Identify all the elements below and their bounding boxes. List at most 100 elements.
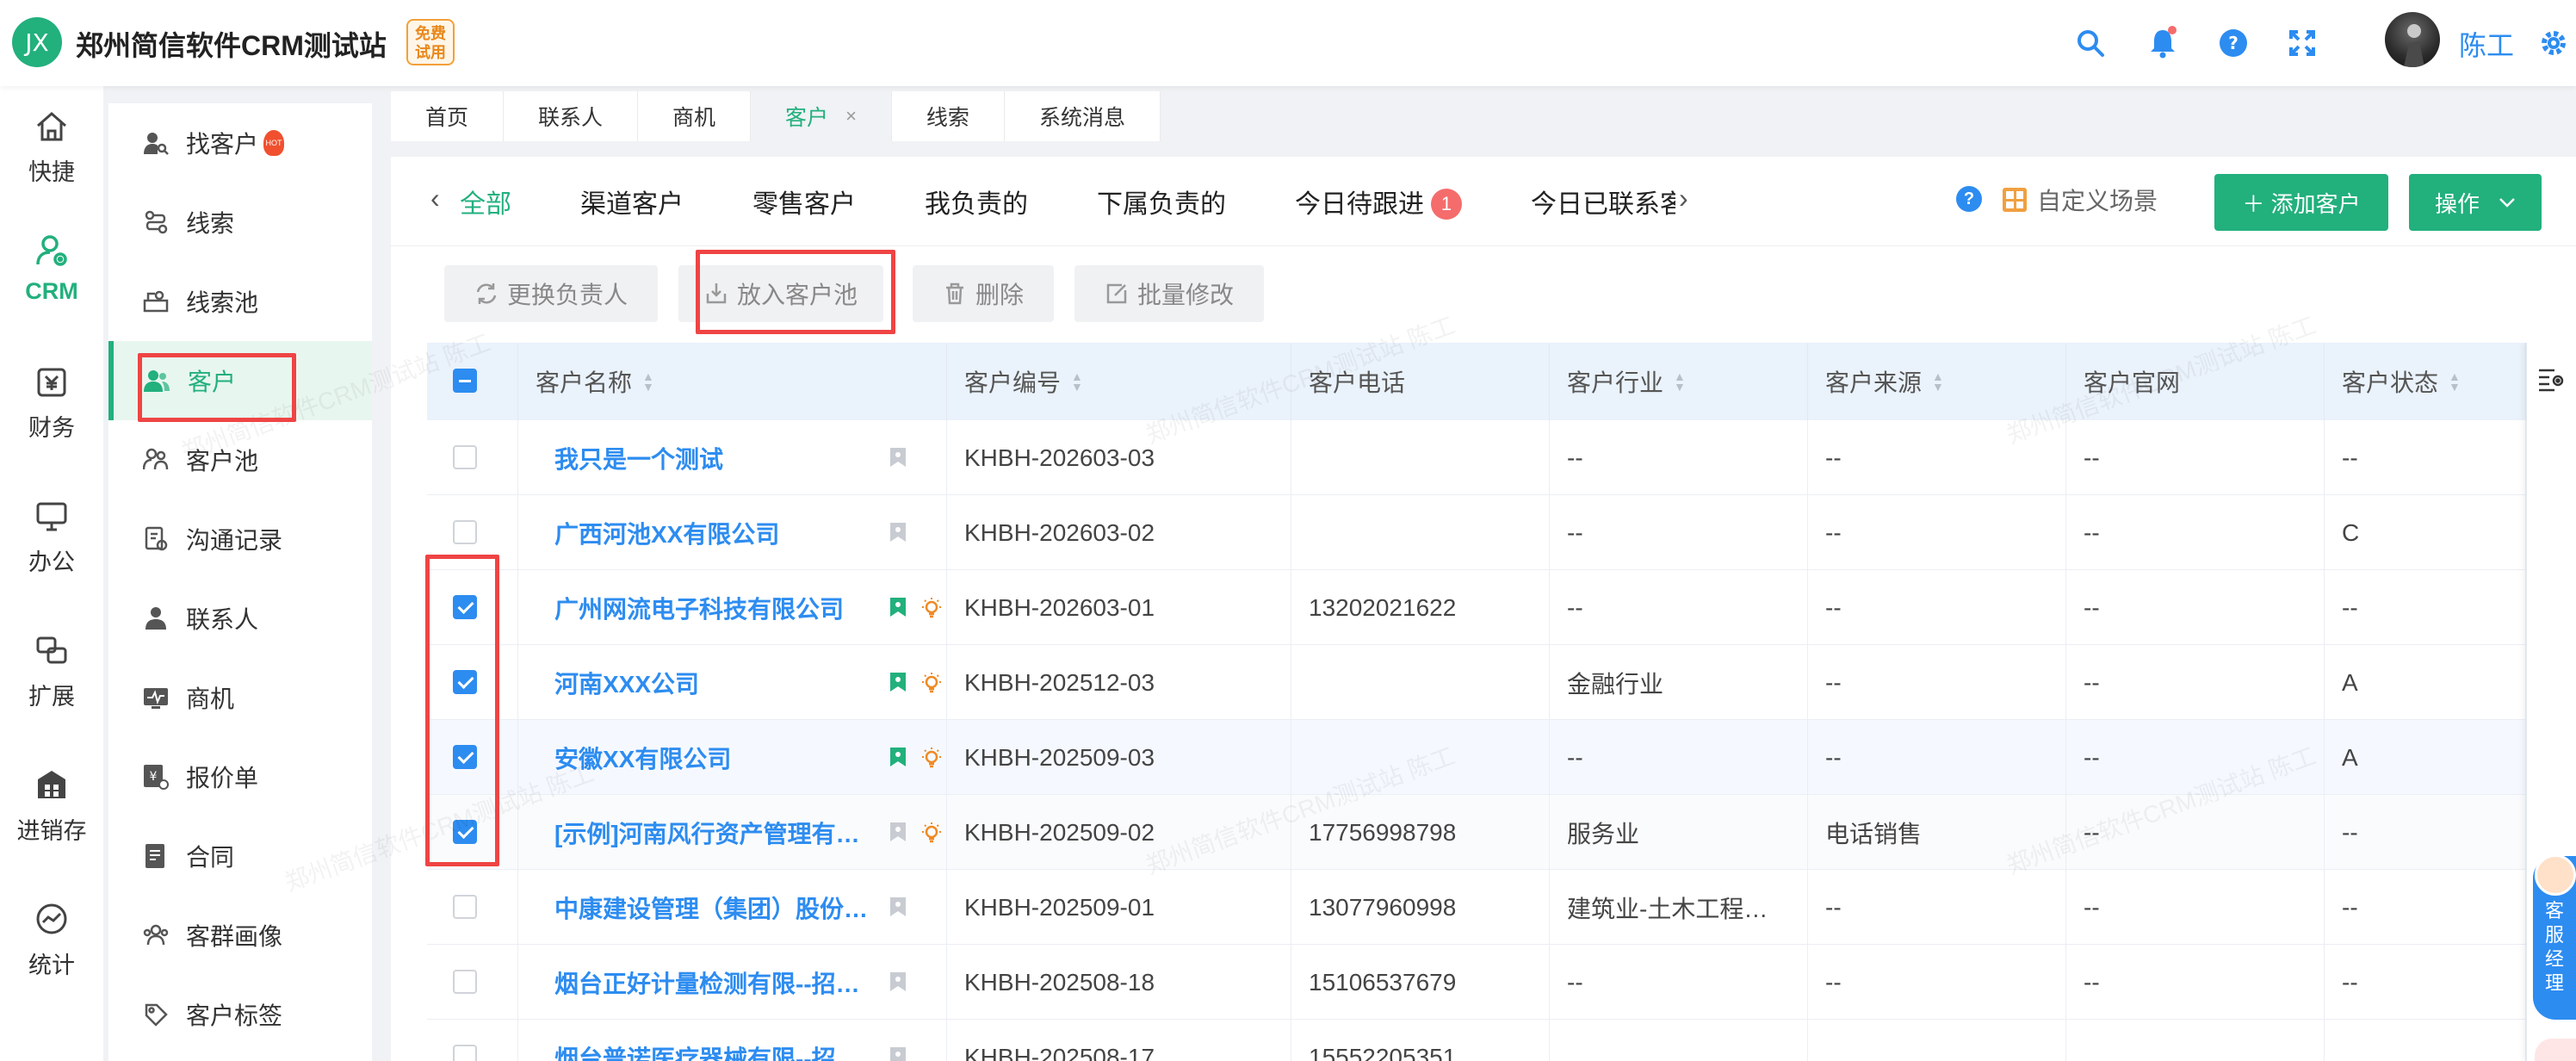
- close-icon[interactable]: ×: [845, 105, 857, 127]
- bookmark-icon[interactable]: [889, 746, 907, 768]
- scene-today-contacted[interactable]: 今日已联系客: [1531, 183, 1675, 220]
- column-header[interactable]: 客户行业 ▲ ▼: [1550, 343, 1808, 420]
- submenu-item-customer-tags[interactable]: 客户标签: [108, 975, 372, 1054]
- tab-system-messages[interactable]: 系统消息: [1005, 91, 1161, 141]
- floating-widget[interactable]: [2535, 1039, 2576, 1061]
- rail-item-finance[interactable]: 财务: [0, 343, 103, 463]
- help-icon[interactable]: ?: [2211, 21, 2256, 65]
- column-header[interactable]: 客户电话: [1291, 343, 1550, 420]
- scene-next-icon[interactable]: ›: [1679, 183, 1688, 214]
- table-row[interactable]: 河南XXX公司 KHBH-202512-03 金融行业 -- -- A: [427, 645, 2576, 720]
- delete-button[interactable]: 删除: [913, 265, 1054, 322]
- rail-item-inventory[interactable]: 进销存: [0, 746, 103, 866]
- customer-name-link[interactable]: 中康建设管理（集团）股份…: [554, 890, 868, 925]
- row-checkbox[interactable]: [453, 520, 477, 544]
- bookmark-icon[interactable]: [889, 521, 907, 543]
- bulb-icon[interactable]: [920, 821, 944, 845]
- trial-badge[interactable]: 免费 试用: [406, 19, 455, 65]
- table-row[interactable]: 烟台正好计量检测有限--招商部 KHBH-202508-18 15106537679…: [427, 945, 2576, 1020]
- customer-name-link[interactable]: 广西河池XX有限公司: [554, 516, 779, 550]
- bell-icon[interactable]: [2140, 21, 2185, 65]
- column-header[interactable]: 客户编号 ▲ ▼: [947, 343, 1291, 420]
- operation-button[interactable]: 操作: [2409, 174, 2542, 231]
- column-header[interactable]: 客户名称 ▲ ▼: [518, 343, 947, 420]
- row-checkbox[interactable]: [453, 895, 477, 919]
- app-logo[interactable]: JX: [12, 17, 62, 67]
- settings-icon[interactable]: [2531, 21, 2576, 65]
- custom-scene-button[interactable]: 自定义场景: [2001, 183, 2158, 217]
- search-icon[interactable]: [2068, 21, 2113, 65]
- submenu-item-opportunity[interactable]: 商机: [108, 658, 372, 737]
- row-checkbox[interactable]: [453, 1045, 477, 1061]
- bookmark-icon[interactable]: [889, 596, 907, 618]
- customer-name-link[interactable]: [示例]河南风行资产管理有限…: [554, 816, 882, 850]
- scene-help-icon[interactable]: ?: [1956, 186, 1982, 212]
- submenu-item-customer-pool[interactable]: 客户池: [108, 420, 372, 499]
- scene-retail-customers[interactable]: 零售客户: [752, 183, 856, 220]
- bookmark-icon[interactable]: [889, 1045, 907, 1061]
- sort-icon[interactable]: ▲ ▼: [1071, 370, 1083, 393]
- submenu-item-quotation[interactable]: ¥ 报价单: [108, 737, 372, 816]
- sort-icon[interactable]: ▲ ▼: [2449, 370, 2461, 393]
- sort-icon[interactable]: ▲ ▼: [1674, 370, 1686, 393]
- customer-name-link[interactable]: 烟台普诺医疗器械有限--招商部: [554, 1040, 882, 1061]
- add-customer-button[interactable]: ＋ 添加客户: [2214, 174, 2388, 231]
- scene-all[interactable]: 全部: [460, 183, 511, 220]
- user-name[interactable]: 陈工: [2459, 24, 2514, 64]
- sort-icon[interactable]: ▲ ▼: [642, 370, 654, 393]
- customer-name-link[interactable]: 广州网流电子科技有限公司: [554, 591, 844, 625]
- bookmark-icon[interactable]: [889, 671, 907, 693]
- row-checkbox[interactable]: [453, 445, 477, 469]
- column-settings-icon[interactable]: [2537, 367, 2565, 393]
- rail-item-quick[interactable]: 快捷: [0, 88, 103, 208]
- column-header[interactable]: 客户官网: [2066, 343, 2325, 420]
- tab-customer[interactable]: 客户 ×: [751, 91, 892, 141]
- header-select-all[interactable]: [427, 343, 518, 420]
- batch-edit-button[interactable]: 批量修改: [1074, 265, 1264, 322]
- bulb-icon[interactable]: [920, 671, 944, 695]
- table-row[interactable]: 烟台普诺医疗器械有限--招商部 KHBH-202508-17 15552205351: [427, 1020, 2576, 1061]
- tab-leads[interactable]: 线索: [892, 91, 1005, 141]
- tab-contacts[interactable]: 联系人: [504, 91, 639, 141]
- bookmark-icon[interactable]: [889, 821, 907, 843]
- select-all-checkbox[interactable]: [453, 369, 477, 393]
- table-row[interactable]: 广西河池XX有限公司 KHBH-202603-02 -- -- -- C: [427, 495, 2576, 570]
- customer-name-link[interactable]: 安徽XX有限公司: [554, 741, 731, 775]
- scene-today-follow-up[interactable]: 今日待跟进 1: [1295, 183, 1462, 220]
- bookmark-icon[interactable]: [889, 896, 907, 918]
- scene-prev-icon[interactable]: ‹: [430, 183, 440, 214]
- fullscreen-icon[interactable]: [2280, 21, 2325, 65]
- row-checkbox[interactable]: [453, 970, 477, 994]
- table-row[interactable]: 安徽XX有限公司 KHBH-202509-03 -- -- -- A: [427, 720, 2576, 795]
- column-header[interactable]: 客户来源 ▲ ▼: [1808, 343, 2066, 420]
- rail-item-extend[interactable]: 扩展: [0, 611, 103, 732]
- tab-opportunity[interactable]: 商机: [638, 91, 752, 141]
- bulb-icon[interactable]: [920, 596, 944, 620]
- bookmark-icon[interactable]: [889, 971, 907, 993]
- submenu-item-communication[interactable]: 沟通记录: [108, 499, 372, 579]
- customer-name-link[interactable]: 我只是一个测试: [554, 441, 723, 475]
- table-row[interactable]: [示例]河南风行资产管理有限… KHBH-202509-02 17756998798…: [427, 795, 2576, 870]
- sort-icon[interactable]: ▲ ▼: [1932, 370, 1944, 393]
- rail-item-crm[interactable]: CRM: [0, 208, 103, 329]
- rail-item-stats[interactable]: 统计: [0, 880, 103, 1001]
- scene-channel-customers[interactable]: 渠道客户: [580, 183, 684, 220]
- user-avatar[interactable]: [2385, 12, 2440, 67]
- change-owner-button[interactable]: 更换负责人: [444, 265, 658, 322]
- table-row[interactable]: 中康建设管理（集团）股份… KHBH-202509-01 13077960998 建筑…: [427, 870, 2576, 945]
- tab-home[interactable]: 首页: [391, 91, 505, 141]
- bookmark-icon[interactable]: [889, 446, 907, 468]
- submenu-item-contacts[interactable]: 联系人: [108, 579, 372, 658]
- table-row[interactable]: 我只是一个测试 KHBH-202603-03 -- -- -- --: [427, 420, 2576, 495]
- customer-name-link[interactable]: 河南XXX公司: [554, 666, 699, 700]
- bulb-icon[interactable]: [920, 746, 944, 770]
- submenu-item-contract[interactable]: 合同: [108, 816, 372, 896]
- submenu-item-lead-pool[interactable]: 线索池: [108, 262, 372, 341]
- column-header[interactable]: 客户状态 ▲ ▼: [2325, 343, 2526, 420]
- customer-manager-avatar[interactable]: [2535, 854, 2576, 896]
- scene-my-responsible[interactable]: 我负责的: [925, 183, 1028, 220]
- table-row[interactable]: 广州网流电子科技有限公司 KHBH-202603-01 13202021622 -- -…: [427, 570, 2576, 645]
- submenu-item-leads[interactable]: 线索: [108, 183, 372, 262]
- scene-subordinate-responsible[interactable]: 下属负责的: [1097, 183, 1226, 220]
- customer-name-link[interactable]: 烟台正好计量检测有限--招商部: [554, 965, 882, 1000]
